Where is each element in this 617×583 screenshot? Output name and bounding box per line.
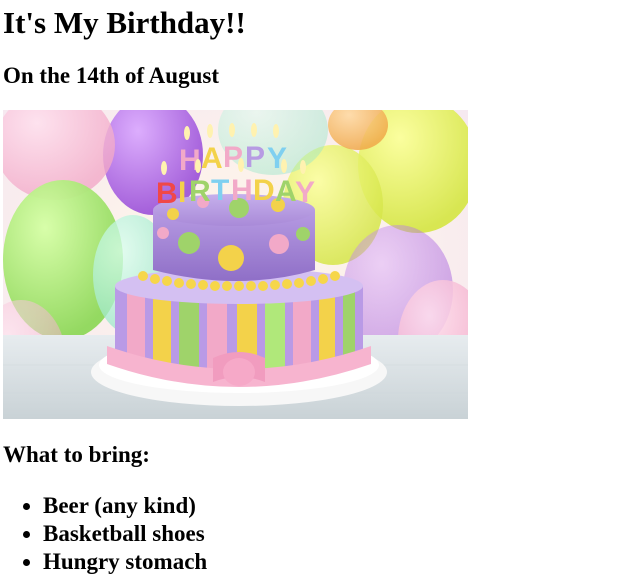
svg-text:Y: Y — [295, 176, 315, 209]
svg-text:D: D — [253, 174, 275, 207]
svg-text:A: A — [201, 142, 223, 175]
bring-list: Beer (any kind) Basketball shoes Hungry … — [0, 492, 207, 576]
list-item: Hungry stomach — [43, 548, 207, 576]
cake-picture: H A P P Y B I R T H D A Y — [3, 110, 468, 419]
birthday-page: It's My Birthday!! On the 14th of August — [0, 0, 617, 583]
svg-text:R: R — [189, 175, 211, 208]
svg-text:I: I — [178, 176, 186, 209]
page-title: It's My Birthday!! — [3, 5, 246, 40]
svg-text:T: T — [211, 174, 229, 207]
list-item: Basketball shoes — [43, 520, 207, 548]
svg-text:P: P — [245, 141, 265, 174]
list-item: Beer (any kind) — [43, 492, 207, 520]
svg-text:H: H — [231, 174, 253, 207]
birthday-cake-image: H A P P Y B I R T H D A Y — [3, 110, 468, 419]
event-date: On the 14th of August — [3, 63, 219, 88]
svg-text:A: A — [275, 175, 297, 208]
svg-text:B: B — [156, 177, 178, 210]
what-to-bring-heading: What to bring: — [3, 442, 150, 467]
